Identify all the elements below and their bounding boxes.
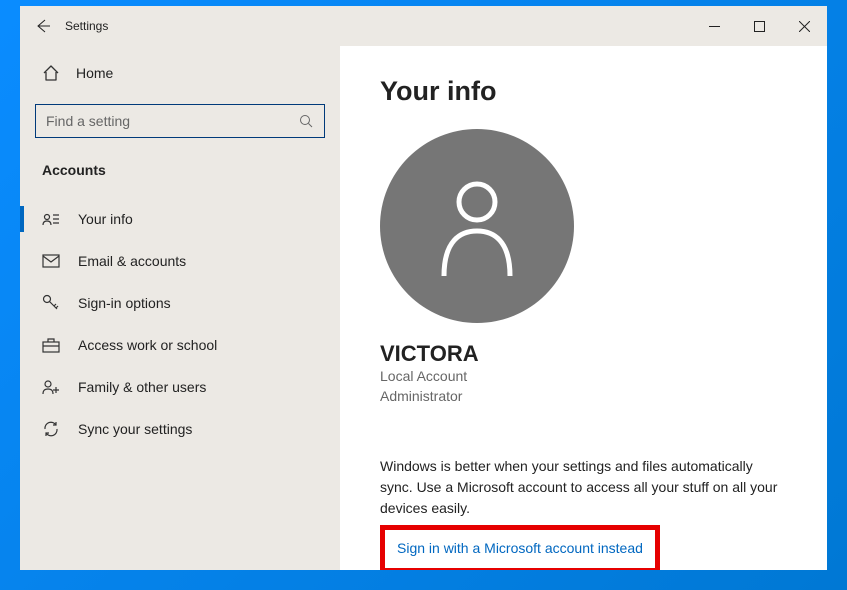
sidebar-item-label: Your info	[78, 211, 133, 227]
avatar	[380, 129, 574, 323]
sidebar-item-label: Sync your settings	[78, 421, 192, 437]
key-icon	[42, 294, 60, 312]
sidebar-item-email-accounts[interactable]: Email & accounts	[35, 240, 325, 282]
home-nav[interactable]: Home	[35, 54, 325, 92]
account-role: Administrator	[380, 387, 787, 407]
main-panel: Your info VICTORA Local Account Administ…	[340, 46, 827, 570]
close-button[interactable]	[782, 11, 827, 41]
home-label: Home	[76, 65, 113, 81]
sidebar-item-label: Sign-in options	[78, 295, 171, 311]
briefcase-icon	[42, 336, 60, 354]
account-type: Local Account	[380, 367, 787, 387]
back-button[interactable]	[20, 18, 65, 34]
maximize-icon	[754, 21, 765, 32]
sidebar-item-label: Family & other users	[78, 379, 206, 395]
back-arrow-icon	[35, 18, 51, 34]
sidebar-item-label: Access work or school	[78, 337, 217, 353]
settings-window: Settings Home Account	[20, 6, 827, 570]
home-icon	[42, 64, 60, 82]
username: VICTORA	[380, 341, 787, 367]
page-title: Your info	[380, 76, 787, 107]
sidebar-item-work-school[interactable]: Access work or school	[35, 324, 325, 366]
titlebar: Settings	[20, 6, 827, 46]
sidebar-item-your-info[interactable]: Your info	[35, 198, 325, 240]
sync-description: Windows is better when your settings and…	[380, 456, 787, 519]
highlight-annotation: Sign in with a Microsoft account instead	[380, 525, 660, 570]
search-box[interactable]	[35, 104, 325, 138]
search-icon	[299, 114, 314, 129]
window-title: Settings	[65, 19, 108, 33]
mail-icon	[42, 252, 60, 270]
category-heading: Accounts	[35, 158, 325, 198]
sidebar-item-label: Email & accounts	[78, 253, 186, 269]
sidebar-item-sync-settings[interactable]: Sync your settings	[35, 408, 325, 450]
close-icon	[799, 21, 810, 32]
person-icon	[432, 176, 522, 276]
sidebar: Home Accounts Your info Email & acco	[20, 46, 340, 570]
minimize-button[interactable]	[692, 11, 737, 41]
person-card-icon	[42, 210, 60, 228]
minimize-icon	[709, 21, 720, 32]
maximize-button[interactable]	[737, 11, 782, 41]
sync-icon	[42, 420, 60, 438]
sidebar-item-family-users[interactable]: Family & other users	[35, 366, 325, 408]
sidebar-item-signin-options[interactable]: Sign-in options	[35, 282, 325, 324]
content-area: Home Accounts Your info Email & acco	[20, 46, 827, 570]
search-input[interactable]	[46, 113, 299, 129]
people-plus-icon	[42, 378, 60, 396]
signin-microsoft-link[interactable]: Sign in with a Microsoft account instead	[397, 540, 643, 556]
